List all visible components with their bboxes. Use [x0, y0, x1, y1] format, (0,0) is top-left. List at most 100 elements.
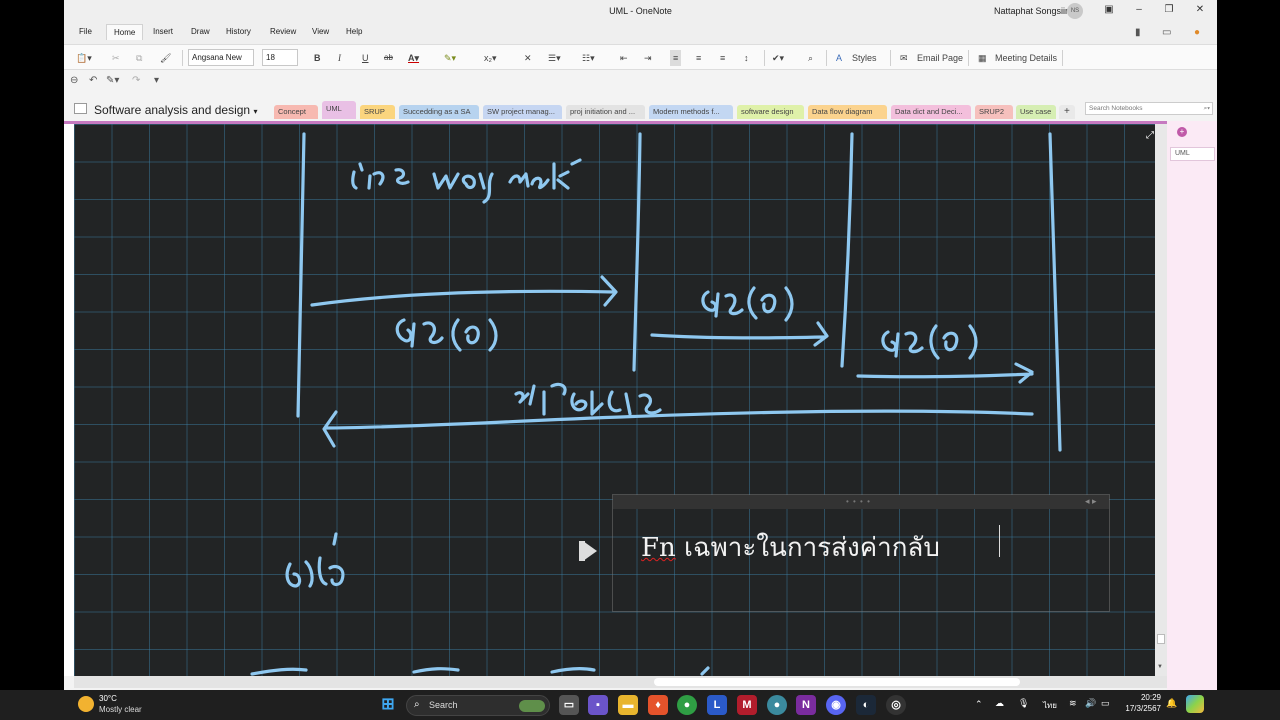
onedrive-icon[interactable]: ☁ — [995, 698, 1004, 709]
font-size-dropdown[interactable]: 18 — [262, 49, 298, 66]
teams-icon[interactable]: ▪ — [588, 695, 608, 715]
indent-icon[interactable]: ⇥ — [644, 50, 652, 66]
scroll-thumb[interactable] — [1157, 634, 1165, 644]
horizontal-scrollbar[interactable] — [74, 676, 1167, 688]
obs-icon[interactable]: ◎ — [886, 695, 906, 715]
weather-icon[interactable] — [78, 696, 94, 712]
note-text[interactable]: Fn เฉพาะในการส่งค่ากลับ — [641, 527, 940, 568]
close-icon[interactable]: ✕ — [1193, 3, 1207, 17]
clear-format-icon[interactable]: ✕ — [524, 50, 532, 66]
section-tab[interactable]: software design — [737, 105, 804, 119]
section-tab[interactable]: UML — [322, 101, 356, 119]
strikethrough-button[interactable]: ab — [384, 50, 393, 66]
drag-handle-icon[interactable]: • • • • — [846, 497, 871, 506]
redo-icon[interactable]: ↷ — [132, 75, 140, 86]
ribbon-display-icon[interactable]: ▣ — [1102, 3, 1116, 17]
sparkle-icon[interactable]: ● — [1194, 27, 1200, 38]
user-name[interactable]: Nattaphat Songsiin — [994, 6, 1070, 16]
chrome-icon[interactable]: ● — [677, 695, 697, 715]
volume-icon[interactable]: 🔊 — [1085, 698, 1096, 709]
add-section-button[interactable]: + — [1059, 105, 1075, 119]
notebook-icon[interactable] — [74, 103, 87, 114]
minimize-icon[interactable]: – — [1132, 3, 1146, 17]
vertical-scrollbar[interactable]: ▼ — [1155, 124, 1167, 676]
bullets-icon[interactable]: ☰▾ — [548, 50, 561, 66]
tab-review[interactable]: Review — [270, 27, 296, 36]
note-container[interactable]: • • • • ◂ ▸ Fn เฉพาะในการส่งค่ากลับ — [579, 494, 1110, 612]
chevron-up-icon[interactable]: ⌃ — [975, 699, 983, 710]
align-right-icon[interactable]: ≡ — [720, 50, 725, 66]
scroll-thumb[interactable] — [654, 678, 1020, 686]
meeting-details-button[interactable]: Meeting Details — [995, 50, 1057, 66]
subscript-icon[interactable]: x₂▾ — [484, 50, 497, 66]
undo-icon[interactable]: ↶ — [89, 75, 97, 86]
tab-view[interactable]: View — [312, 27, 329, 36]
tab-draw[interactable]: Draw — [191, 27, 210, 36]
meeting-icon[interactable]: ▦ — [978, 50, 987, 66]
section-tab[interactable]: Concept — [274, 105, 318, 119]
clock-date[interactable]: 17/3/2567 — [1117, 704, 1161, 713]
section-tab[interactable]: Data flow diagram — [808, 105, 887, 119]
expand-icon[interactable]: ⤢ — [1146, 130, 1154, 141]
battery-icon[interactable]: ▭ — [1101, 698, 1110, 709]
tab-file[interactable]: File — [79, 27, 92, 36]
section-tab[interactable]: SRUP — [360, 105, 395, 119]
back-icon[interactable]: ⊖ — [70, 75, 78, 86]
notebook-title[interactable]: Software analysis and design ▾ — [94, 103, 257, 117]
section-tab[interactable]: proj initiation and ... — [566, 105, 645, 119]
styles-icon[interactable]: A — [836, 50, 842, 66]
format-painter-icon[interactable]: 🖌 — [160, 50, 171, 66]
avatar[interactable]: NS — [1067, 3, 1083, 19]
cut-icon[interactable]: ✂ — [112, 50, 120, 66]
steam-icon[interactable]: ◐ — [856, 695, 876, 715]
highlight-icon[interactable]: ✎▾ — [444, 50, 456, 66]
paste-icon[interactable]: 📋▾ — [76, 50, 92, 66]
email-page-button[interactable]: Email Page — [917, 50, 963, 66]
copilot-icon[interactable] — [1186, 695, 1204, 713]
weather-temperature[interactable]: 30°C — [99, 694, 117, 703]
mobile-icon[interactable]: ▮ — [1135, 27, 1141, 38]
numbering-icon[interactable]: ☷▾ — [582, 50, 595, 66]
section-tab[interactable]: SW project manag... — [483, 105, 562, 119]
scroll-down-icon[interactable]: ▼ — [1157, 664, 1163, 670]
bold-button[interactable]: B — [314, 50, 321, 66]
customize-icon[interactable]: ▾ — [154, 75, 159, 86]
tag-icon[interactable]: ✔▾ — [772, 50, 784, 66]
clock-time[interactable]: 20:29 — [1137, 693, 1161, 702]
brave-icon[interactable]: ♦ — [648, 695, 668, 715]
page-canvas[interactable]: • • • • ◂ ▸ Fn เฉพาะในการส่งค่ากลับ — [74, 124, 1155, 676]
microphone-icon[interactable]: 🎙 — [1018, 698, 1029, 709]
section-tab[interactable]: Modern methods f... — [649, 105, 733, 119]
section-tab[interactable]: SRUP2 — [975, 105, 1013, 119]
weather-condition[interactable]: Mostly clear — [99, 705, 142, 714]
font-color-icon[interactable]: A▾ — [408, 50, 419, 66]
note-container-handle[interactable]: • • • • ◂ ▸ — [613, 495, 1109, 509]
chrome-profile-icon[interactable]: ● — [767, 695, 787, 715]
resize-arrows-icon[interactable]: ◂ ▸ — [1085, 496, 1097, 507]
pen-icon[interactable]: ✎▾ — [106, 75, 119, 86]
search-notebooks-input[interactable]: Search Notebooks ⌕▾ — [1085, 102, 1213, 115]
taskbar-search[interactable]: ⌕ Search — [406, 695, 550, 716]
outdent-icon[interactable]: ⇤ — [620, 50, 628, 66]
mcafee-icon[interactable]: M — [737, 695, 757, 715]
wifi-icon[interactable]: ≋ — [1069, 698, 1077, 709]
add-page-button[interactable]: + — [1177, 127, 1187, 137]
section-tab[interactable]: Data dict and Deci... — [891, 105, 971, 119]
maximize-icon[interactable]: ❐ — [1162, 3, 1176, 17]
l-app-icon[interactable]: L — [707, 695, 727, 715]
email-icon[interactable]: ✉ — [900, 50, 908, 66]
paragraph-spacing-icon[interactable]: ↕ — [744, 50, 749, 66]
discord-icon[interactable]: ◉ — [826, 695, 846, 715]
windows-start-icon[interactable]: ⊞ — [378, 695, 398, 715]
tab-insert[interactable]: Insert — [153, 27, 173, 36]
section-tab[interactable]: Succedding as a SA — [399, 105, 479, 119]
file-explorer-icon[interactable]: ▬ — [618, 695, 638, 715]
page-item-uml[interactable]: UML — [1170, 147, 1215, 161]
styles-button[interactable]: Styles — [852, 50, 877, 66]
align-center-icon[interactable]: ≡ — [696, 50, 701, 66]
onenote-icon[interactable]: N — [796, 695, 816, 715]
find-tags-icon[interactable]: ⌕ — [808, 50, 813, 66]
tab-help[interactable]: Help — [346, 27, 362, 36]
underline-button[interactable]: U — [362, 50, 369, 66]
align-left-icon[interactable]: ≡ — [670, 50, 682, 66]
